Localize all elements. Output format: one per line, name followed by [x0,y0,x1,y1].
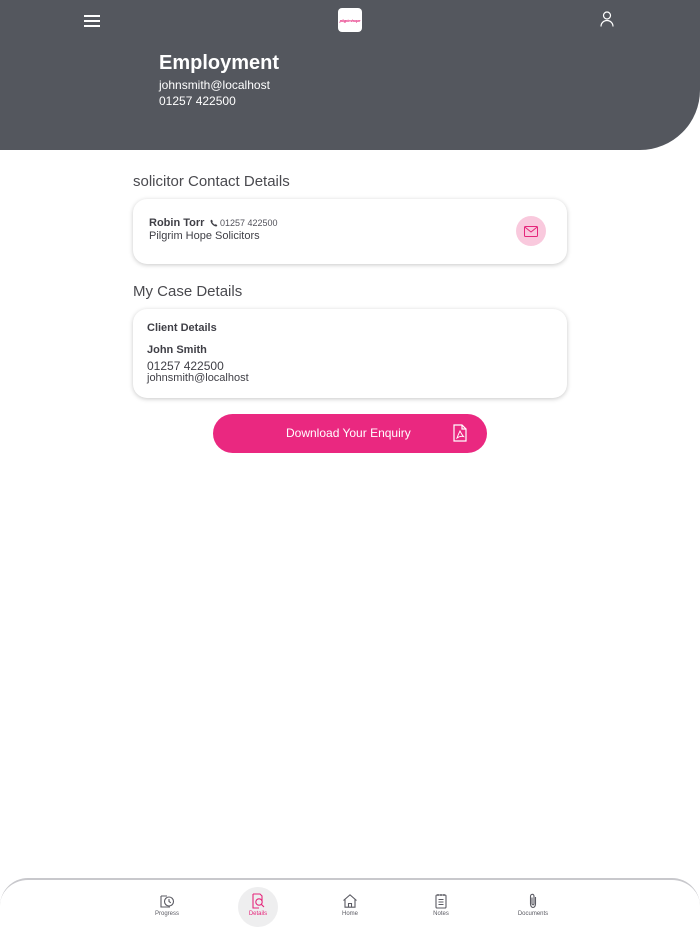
app-logo[interactable]: pilgrimhope [338,8,362,32]
header: pilgrimhope Employment johnsmith@localho… [0,0,700,150]
page-title: Employment [159,52,280,74]
details-icon [252,893,265,909]
menu-icon[interactable] [82,11,104,29]
user-profile-icon[interactable] [598,10,616,28]
client-email: johnsmith@localhost [147,372,249,384]
email-solicitor-button[interactable] [516,216,546,246]
nav-notes[interactable]: Notes [416,880,466,930]
nav-notes-label: Notes [433,911,449,917]
solicitor-phone-link[interactable]: 01257 422500 [210,218,278,228]
header-phone: 01257 422500 [159,94,236,108]
download-enquiry-button[interactable]: Download Your Enquiry [213,414,487,453]
home-icon [343,894,357,908]
client-details-heading: Client Details [147,322,217,334]
nav-progress[interactable]: Progress [142,880,192,930]
solicitor-name: Robin Torr [149,217,205,229]
mail-icon [524,225,538,237]
nav-details-label: Details [248,911,268,917]
nav-home-label: Home [341,911,358,917]
download-enquiry-label: Download Your Enquiry [286,426,411,440]
phone-icon [210,219,218,227]
case-section-title: My Case Details [133,283,243,300]
logo-text: pilgrimhope [339,17,361,23]
nav-details[interactable]: Details [233,880,283,930]
bottom-navigation: Progress Details Home Notes Documents [0,878,700,934]
nav-home[interactable]: Home [325,880,375,930]
solicitor-firm: Pilgrim Hope Solicitors [149,230,260,242]
solicitor-card: Robin Torr 01257 422500 Pilgrim Hope Sol… [133,199,567,264]
pdf-file-icon [453,424,467,442]
nav-documents-label: Documents [517,911,549,917]
progress-icon [160,895,175,908]
header-email: johnsmith@localhost [159,78,270,92]
nav-documents[interactable]: Documents [508,880,558,930]
notes-icon [435,894,447,909]
solicitor-section-title: solicitor Contact Details [133,173,290,190]
documents-icon [529,893,537,909]
client-name: John Smith [147,344,207,356]
client-phone: 01257 422500 [147,359,224,373]
solicitor-phone: 01257 422500 [220,218,278,228]
nav-progress-label: Progress [154,911,179,917]
client-details-card: Client Details John Smith 01257 422500 j… [133,309,567,398]
